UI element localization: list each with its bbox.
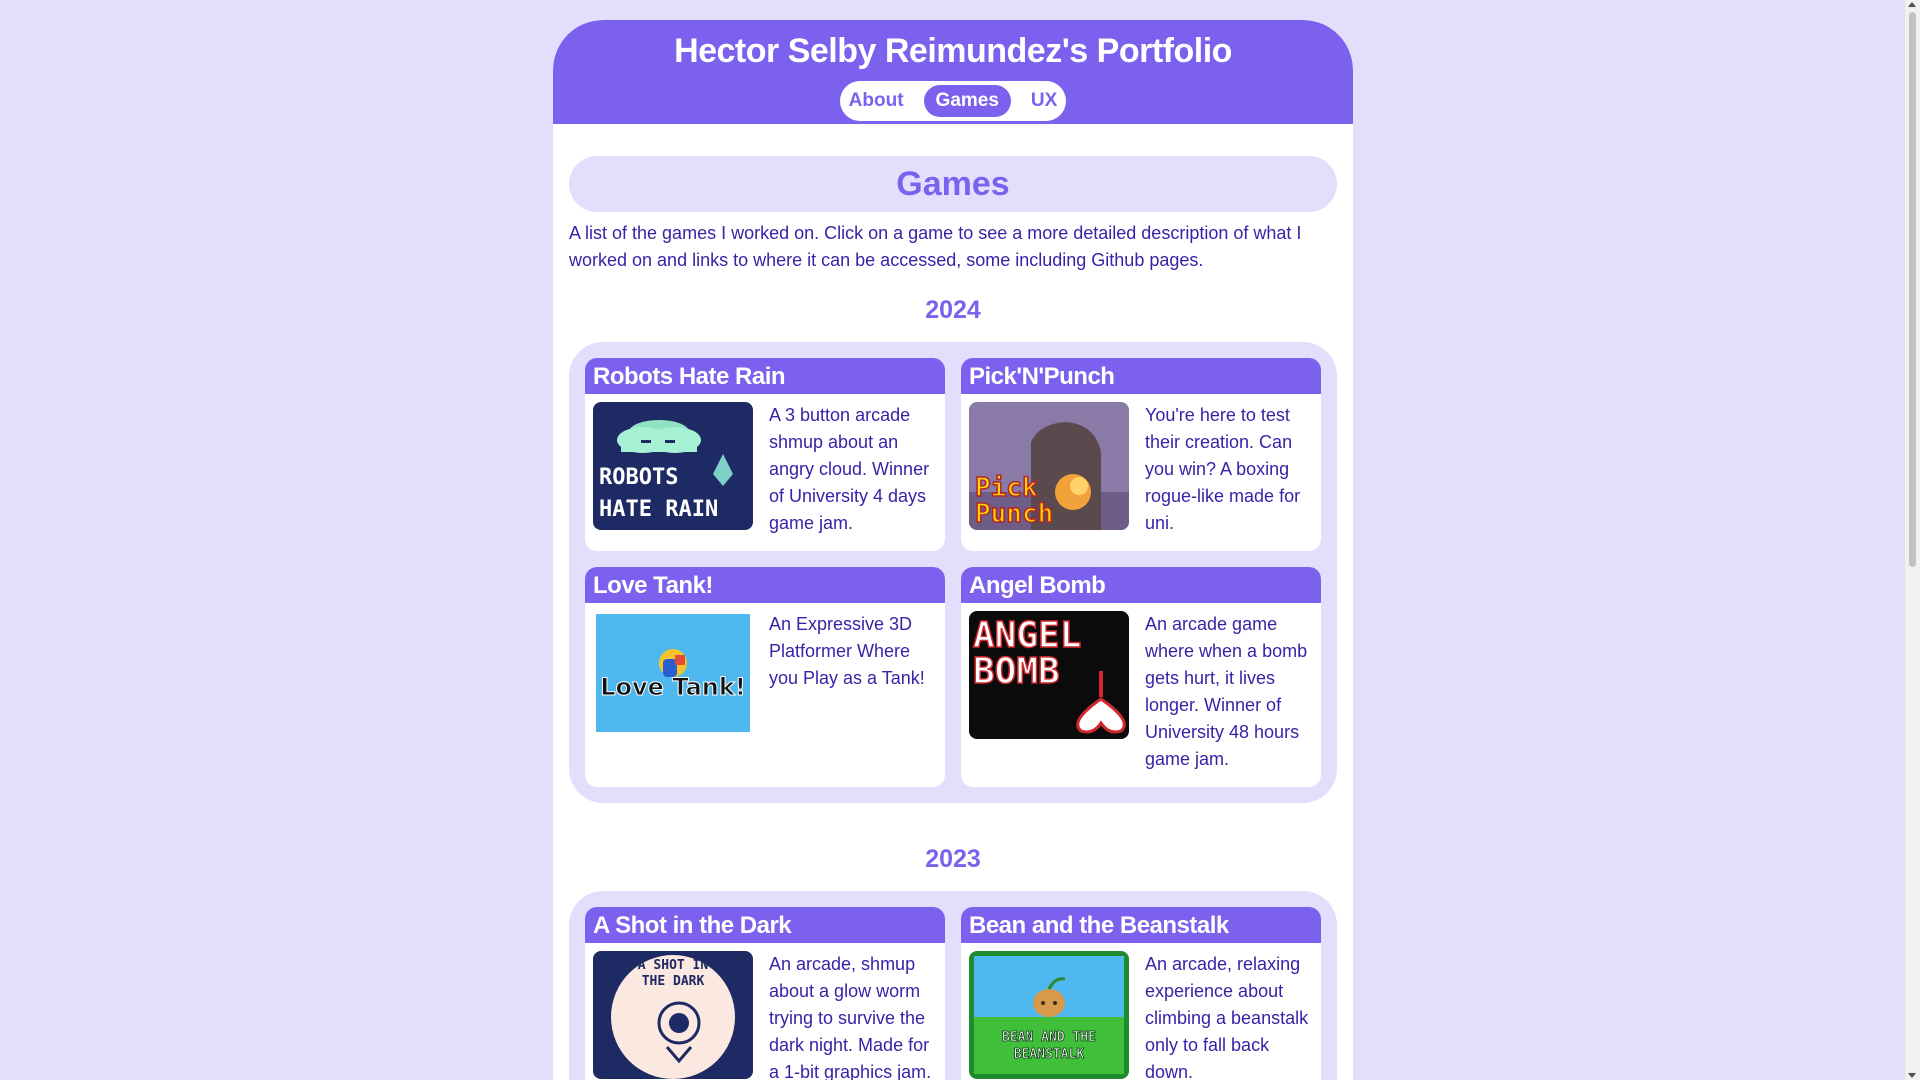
thumb-text-2: BOMB [973, 651, 1060, 692]
site-header: Hector Selby Reimundez's Portfolio About… [553, 20, 1353, 124]
game-card-bean-and-the-beanstalk[interactable]: Bean and the Beanstalk BEAN AND THE BEAN… [961, 907, 1321, 1080]
nav-item-about[interactable]: About [837, 85, 916, 117]
game-card-love-tank[interactable]: Love Tank! Love Tank! An Expressive 3D P… [585, 567, 945, 787]
game-thumbnail[interactable]: A SHOT IN THE DARK [593, 951, 753, 1079]
vertical-scrollbar[interactable] [1905, 0, 1920, 1080]
game-title: Robots Hate Rain [585, 358, 945, 394]
game-thumbnail[interactable]: Love Tank! [593, 611, 753, 739]
nav-item-games[interactable]: Games [923, 85, 1011, 117]
section-title: Games [569, 156, 1337, 212]
thumb-text-2: Punch [975, 499, 1053, 529]
game-description: An arcade, relaxing experience about cli… [1145, 954, 1309, 1080]
game-thumbnail[interactable]: ROBOTS HATE RAIN [593, 402, 753, 530]
game-description: You're here to test their creation. Can … [1145, 405, 1301, 533]
game-description: An arcade game where when a bomb gets hu… [1145, 614, 1308, 769]
game-title: A Shot in the Dark [585, 907, 945, 943]
game-description: A 3 button arcade shmup about an angry c… [769, 405, 930, 533]
thumb-text-2: THE DARK [642, 974, 705, 989]
game-card-pick-n-punch[interactable]: Pick'N'Punch Pick Punch You're here to t… [961, 358, 1321, 551]
page-container: Hector Selby Reimundez's Portfolio About… [553, 20, 1353, 1080]
game-thumbnail[interactable]: Pick Punch [969, 402, 1129, 530]
games-grid-2024: Robots Hate Rain ROBOTS HATE RAIN A 3 bu… [569, 342, 1337, 803]
thumb-text-1: BEAN AND THE [1002, 1030, 1096, 1045]
scroll-down-arrow-icon[interactable] [1908, 1073, 1916, 1078]
game-card-angel-bomb[interactable]: Angel Bomb ANGEL BOMB An arcade game whe… [961, 567, 1321, 787]
game-description: An Expressive 3D Platformer Where you Pl… [769, 614, 925, 688]
game-title: Love Tank! [585, 567, 945, 603]
game-thumbnail[interactable]: BEAN AND THE BEANSTALK [969, 951, 1129, 1079]
game-card-robots-hate-rain[interactable]: Robots Hate Rain ROBOTS HATE RAIN A 3 bu… [585, 358, 945, 551]
thumb-text-1: ANGEL [973, 615, 1081, 656]
main-content: Games A list of the games I worked on. C… [553, 156, 1353, 1080]
year-heading-2023: 2023 [925, 845, 981, 873]
game-thumbnail[interactable]: ANGEL BOMB [969, 611, 1129, 739]
games-grid-2023: A Shot in the Dark A SHOT IN THE DARK An… [569, 891, 1337, 1080]
nav-bar: About Games UX [840, 81, 1066, 121]
game-title: Pick'N'Punch [961, 358, 1321, 394]
game-description: An arcade, shmup about a glow worm tryin… [769, 954, 932, 1080]
thumb-text-2: HATE RAIN [599, 497, 718, 522]
scroll-up-arrow-icon[interactable] [1908, 2, 1916, 7]
thumb-text-1: ROBOTS [599, 465, 678, 490]
thumb-text-1: Love Tank! [600, 673, 746, 701]
year-heading-2024: 2024 [925, 296, 981, 324]
game-title: Bean and the Beanstalk [961, 907, 1321, 943]
site-title: Hector Selby Reimundez's Portfolio [674, 32, 1232, 70]
section-intro: A list of the games I worked on. Click o… [569, 223, 1302, 270]
scrollbar-thumb[interactable] [1909, 12, 1916, 567]
thumb-text-1: A SHOT IN [638, 958, 709, 973]
thumb-text-2: BEANSTALK [1014, 1047, 1085, 1062]
game-card-a-shot-in-the-dark[interactable]: A Shot in the Dark A SHOT IN THE DARK An… [585, 907, 945, 1080]
nav-item-ux[interactable]: UX [1019, 85, 1069, 117]
game-title: Angel Bomb [961, 567, 1321, 603]
